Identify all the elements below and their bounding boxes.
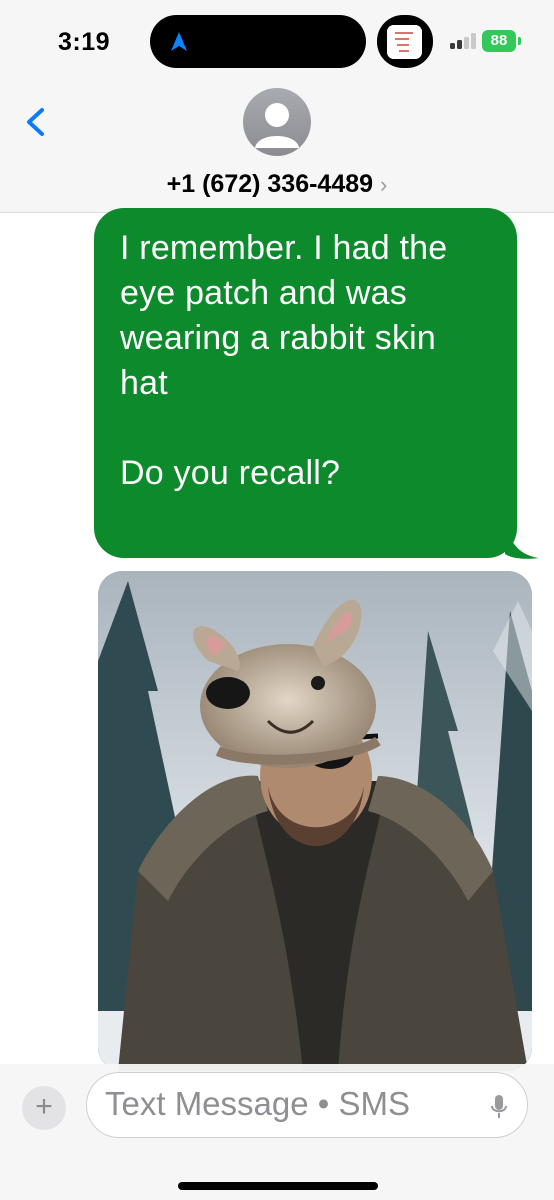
- status-bar: 3:19 88: [0, 0, 554, 80]
- person-icon: [255, 103, 299, 148]
- back-chevron-icon[interactable]: [16, 102, 56, 142]
- chevron-right-icon: ›: [380, 172, 388, 197]
- status-time: 3:19: [58, 28, 111, 56]
- bubble-tail: [505, 520, 539, 559]
- message-input[interactable]: Text Message • SMS: [86, 1072, 528, 1138]
- apps-plus-button[interactable]: +: [22, 1086, 66, 1130]
- composer-bar: + Text Message • SMS: [0, 1064, 554, 1200]
- dynamic-island[interactable]: [150, 15, 366, 68]
- location-arrow-icon: [171, 32, 187, 51]
- microphone-icon[interactable]: [489, 1093, 509, 1121]
- attachment-image: [98, 571, 532, 1071]
- contact-number: +1 (672) 336-4489: [166, 170, 374, 198]
- message-input-placeholder: Text Message • SMS: [105, 1085, 410, 1122]
- conversation-header: +1 (672) 336-4489 ›: [0, 80, 554, 213]
- photo-attachment[interactable]: [98, 571, 532, 1071]
- battery-level: 88: [482, 30, 516, 52]
- contact-avatar[interactable]: [243, 88, 311, 156]
- app-thumbnail-icon: [387, 25, 422, 59]
- message-text: I remember. I had the eye patch and was …: [120, 229, 448, 492]
- live-activity-island[interactable]: [377, 15, 433, 68]
- battery-icon: 88: [482, 30, 522, 52]
- contact-name-button[interactable]: +1 (672) 336-4489 ›: [0, 170, 554, 199]
- cellular-signal-icon: [450, 33, 478, 49]
- home-indicator[interactable]: [178, 1182, 378, 1190]
